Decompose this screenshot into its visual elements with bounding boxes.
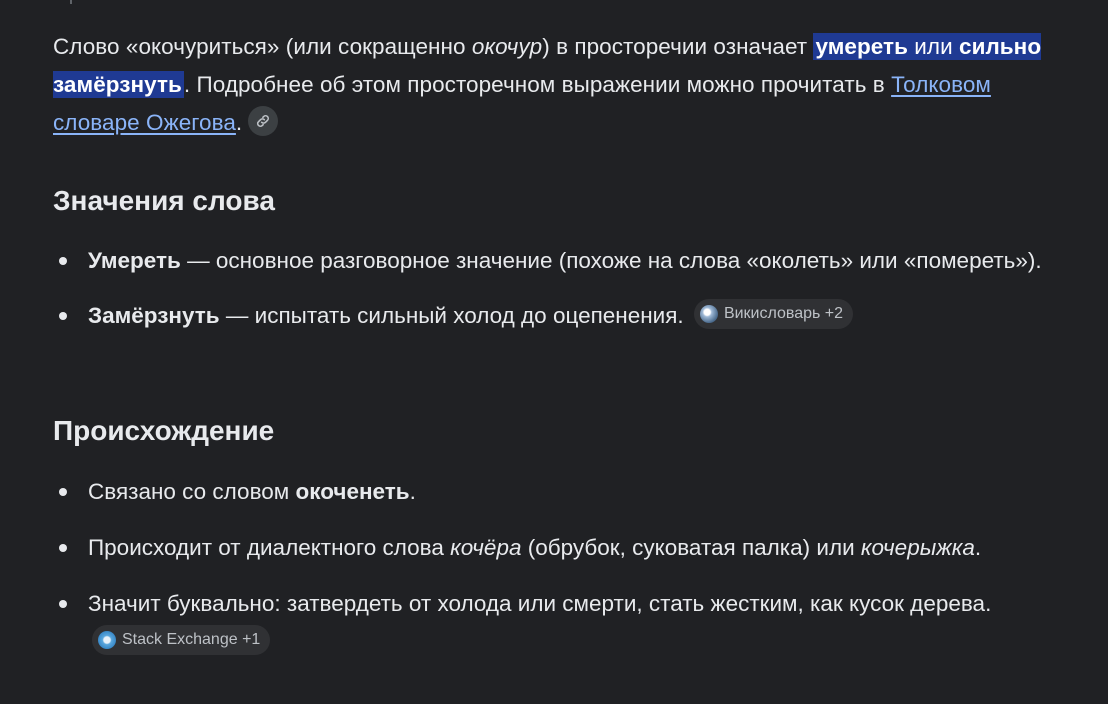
meanings-list: Умереть — основное разговорное значение … (53, 242, 1063, 335)
origin-list: Связано со словом окоченеть. Происходит … (53, 473, 1063, 661)
origin-text-end: . (974, 535, 982, 560)
list-item: Происходит от диалектного слова кочёра (… (53, 529, 1063, 567)
source-chip-stackexchange[interactable]: Stack Exchange +1 (92, 625, 271, 656)
wiktionary-icon (699, 305, 718, 324)
highlight-bold-1: умереть (815, 34, 908, 59)
intro-text-1: Слово «окочуриться» (или сокращенно (53, 34, 472, 59)
source-chip-label: Викисловарь +2 (723, 305, 844, 323)
intro-paragraph: Слово «окочуриться» (или сокращенно окоч… (53, 28, 1063, 142)
source-chip-wiktionary[interactable]: Викисловарь +2 (693, 299, 854, 330)
list-item: Связано со словом окоченеть. (53, 473, 1063, 511)
list-item: Значит буквально: затвердеть от холода и… (53, 585, 1063, 661)
origin-text: Связано со словом (88, 479, 296, 504)
stackexchange-icon (98, 631, 116, 650)
origin-text: Значит буквально: затвердеть от холода и… (88, 591, 992, 616)
term-kocheryzhka: кочерыжка (860, 535, 975, 560)
intro-text-2: ) в просторечии означает (542, 34, 814, 59)
meanings-heading: Значения слова (53, 185, 275, 216)
list-item: Замёрзнуть — испытать сильный холод до о… (53, 297, 1063, 335)
link-chip-button[interactable] (248, 106, 279, 137)
origin-text-mid: (обрубок, суковатая палка) или (521, 535, 861, 560)
source-chip-label: Stack Exchange +1 (122, 631, 261, 649)
top-divider-mark (70, 0, 72, 4)
intro-text-3: . Подробнее об этом просторечном выражен… (183, 72, 892, 97)
intro-italic-okochur: окочур (471, 34, 543, 59)
origin-text-end: . (409, 479, 416, 504)
term-description: — основное разговорное значение (похоже … (180, 248, 1042, 273)
term-umeret: Умереть (88, 248, 181, 273)
intro-text-4: . (235, 110, 243, 135)
link-icon (257, 115, 270, 128)
origin-text: Происходит от диалектного слова (88, 535, 451, 560)
list-item: Умереть — основное разговорное значение … (53, 242, 1063, 280)
term-okochenet: окоченеть (295, 479, 410, 504)
term-kochera: кочёра (450, 535, 522, 560)
term-zamerznut: Замёрзнуть (88, 303, 220, 328)
highlight-mid: или (907, 34, 960, 59)
term-description: — испытать сильный холод до оцепенения. (219, 303, 684, 328)
origin-heading: Происхождение (53, 415, 275, 446)
